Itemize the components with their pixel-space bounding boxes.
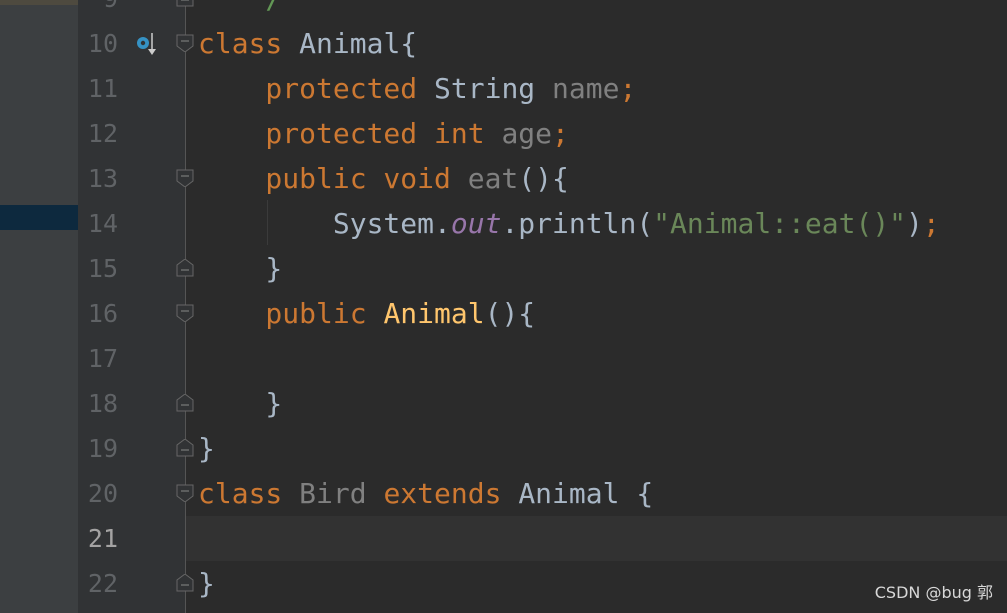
code-token: class	[198, 477, 300, 510]
code-token: "Animal::eat()"	[653, 207, 907, 240]
code-line[interactable]: protected String name;	[198, 66, 636, 111]
code-token: Animal	[383, 297, 485, 330]
line-number: 14	[87, 209, 118, 238]
code-token: .println(	[501, 207, 654, 240]
selected-tree-item[interactable]	[0, 205, 78, 230]
code-line[interactable]: class Animal{	[198, 21, 417, 66]
code-token: }	[198, 432, 215, 465]
code-token: (){	[484, 297, 536, 330]
code-token: }	[198, 387, 283, 420]
code-token: ;	[922, 207, 940, 240]
code-token: out	[450, 207, 502, 240]
fold-end-icon[interactable]	[176, 439, 194, 457]
code-token: ;	[552, 117, 569, 150]
line-number: 15	[87, 254, 118, 283]
code-token: name	[552, 72, 620, 105]
code-line[interactable]: }	[198, 381, 282, 426]
code-line[interactable]: public void eat(){	[198, 156, 569, 201]
fold-end-icon[interactable]	[176, 574, 194, 592]
line-number: 22	[87, 569, 118, 598]
fold-start-icon[interactable]	[176, 34, 194, 52]
current-line-highlight	[186, 516, 1007, 561]
code-token: public void	[198, 162, 468, 195]
code-line[interactable]: protected int age;	[198, 111, 569, 156]
line-number: 13	[87, 164, 118, 193]
code-line[interactable]: public Animal(){	[198, 291, 535, 336]
fold-start-icon[interactable]	[176, 169, 194, 187]
code-line[interactable]: class Bird extends Animal {	[198, 471, 653, 516]
line-number: 17	[87, 344, 118, 373]
code-token: protected	[198, 72, 435, 105]
line-number: 16	[87, 299, 118, 328]
code-token: ;	[619, 72, 637, 105]
code-line[interactable]: }	[198, 246, 282, 291]
code-token: }	[198, 567, 215, 600]
code-token: )	[906, 207, 923, 240]
code-token: age	[501, 117, 553, 150]
code-token: protected int	[198, 117, 502, 150]
panel-header-strip	[0, 0, 78, 5]
code-token: extends	[383, 477, 519, 510]
code-line[interactable]: }	[198, 561, 215, 606]
code-token: }	[198, 252, 283, 285]
code-line[interactable]: System.out.println("Animal::eat()");	[198, 201, 940, 246]
line-number: 19	[87, 434, 118, 463]
fold-end-icon[interactable]	[176, 394, 194, 412]
line-number: 20	[87, 479, 118, 508]
fold-end-icon[interactable]	[176, 0, 194, 7]
line-number: 11	[87, 74, 118, 103]
fold-start-icon[interactable]	[176, 304, 194, 322]
code-token: String	[434, 72, 553, 105]
code-token: System.	[198, 207, 451, 240]
line-number: 21	[87, 524, 118, 553]
project-panel	[0, 0, 78, 613]
code-token: Bird	[299, 477, 384, 510]
code-token: (){	[518, 162, 569, 195]
line-number: 12	[87, 119, 118, 148]
code-token: /	[198, 0, 282, 15]
code-token: Animal {	[518, 477, 654, 510]
line-number: 18	[87, 389, 118, 418]
code-token: eat	[467, 162, 519, 195]
code-token: class	[198, 27, 300, 60]
line-number: 9	[78, 0, 118, 21]
line-number: 10	[87, 29, 118, 58]
fold-start-icon[interactable]	[176, 484, 194, 502]
code-token: public	[198, 297, 384, 330]
overridden-method-icon[interactable]	[136, 33, 156, 55]
code-token: Animal{	[299, 27, 418, 60]
code-line[interactable]: /	[198, 0, 282, 21]
watermark: CSDN @bug 郭	[874, 583, 993, 602]
code-line[interactable]: }	[198, 426, 215, 471]
fold-end-icon[interactable]	[176, 259, 194, 277]
